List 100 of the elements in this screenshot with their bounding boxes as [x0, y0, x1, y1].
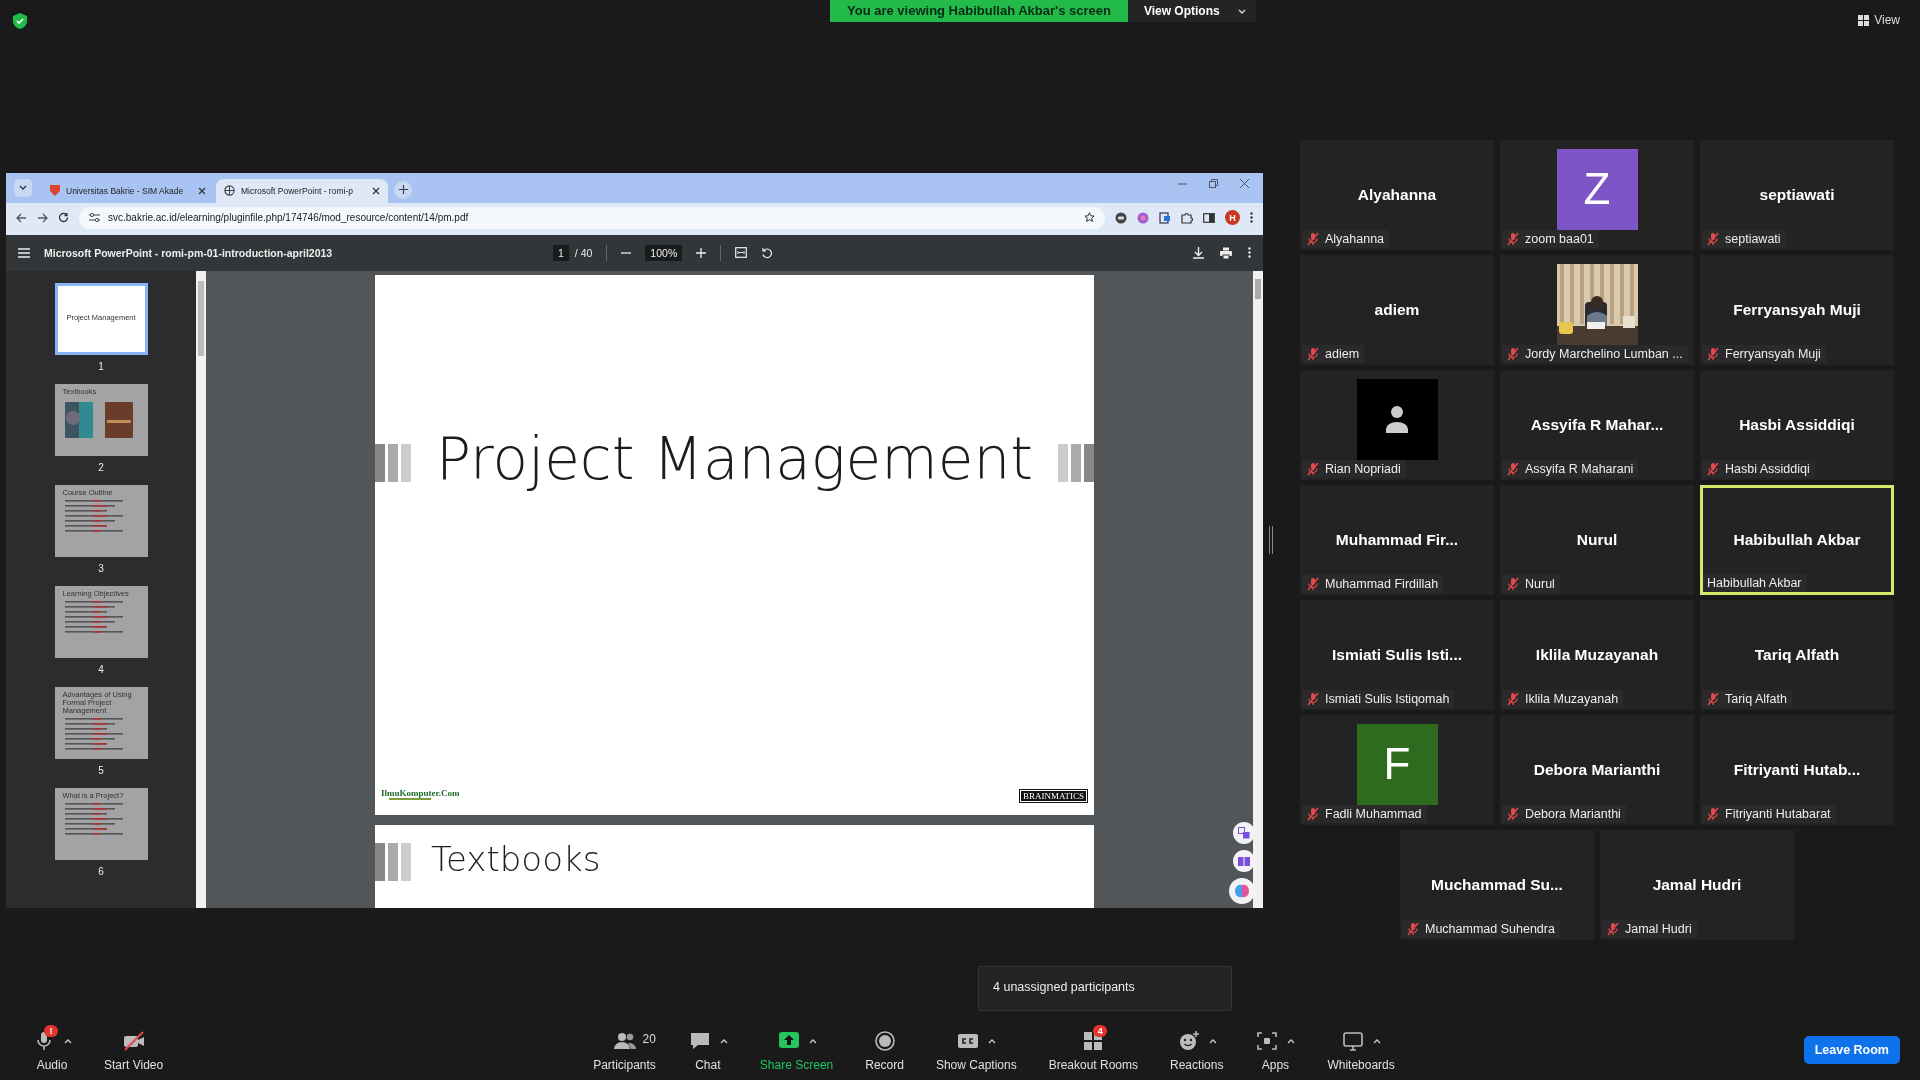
toolbar-button[interactable]: 20 Participants: [593, 1028, 656, 1072]
name-label: adiem: [1302, 345, 1365, 363]
shield-icon[interactable]: [12, 12, 28, 30]
name-label: Muchammad Suhendra: [1402, 920, 1560, 938]
name-label: Assyifa R Maharani: [1502, 460, 1639, 478]
participant-tile[interactable]: Assyifa R Mahar... Assyifa R Maharani: [1500, 370, 1694, 480]
muted-mic-icon: [1706, 232, 1720, 246]
participant-tile[interactable]: Alyahanna Alyahanna: [1300, 140, 1494, 250]
stripe-decoration: [1058, 443, 1094, 482]
caret-icon[interactable]: [1287, 1038, 1296, 1044]
participant-tile[interactable]: Muhammad Fir... Muhammad Firdillah: [1300, 485, 1494, 595]
extension-icon[interactable]: [1115, 211, 1127, 224]
translate-button[interactable]: [1233, 821, 1255, 844]
toolbar-button[interactable]: 4 Breakout Rooms: [1048, 1028, 1139, 1072]
participant-tile[interactable]: Iklila Muzayanah Iklila Muzayanah: [1500, 600, 1694, 710]
muted-mic-icon: [1706, 807, 1720, 821]
apps-icon: [1255, 1029, 1280, 1053]
forward-icon[interactable]: [37, 212, 48, 223]
browser-tab[interactable]: Microsoft PowerPoint - romi-p: [216, 178, 388, 203]
toolbar-button[interactable]: Chat: [687, 1028, 728, 1072]
side-panel-icon[interactable]: [1203, 211, 1215, 224]
assistant-button[interactable]: [1229, 877, 1255, 904]
caret-icon[interactable]: [1208, 1038, 1217, 1044]
extension-icon[interactable]: [1159, 211, 1171, 224]
person-icon: [1385, 405, 1409, 433]
toolbar-button[interactable]: Reactions: [1170, 1028, 1224, 1072]
page-number: 4: [98, 663, 104, 675]
caret-icon[interactable]: [719, 1038, 728, 1044]
puzzle-icon[interactable]: [1181, 211, 1193, 224]
toolbar-button[interactable]: Apps: [1255, 1028, 1296, 1072]
reader-button[interactable]: [1233, 849, 1255, 872]
participant-tile[interactable]: Ismiati Sulis Isti... Ismiati Sulis Istiqomah: [1300, 600, 1494, 710]
participant-tile[interactable]: Debora Marianthi Debora Marianthi: [1500, 715, 1694, 825]
muted-mic-icon: [1706, 347, 1720, 361]
toolbar-button[interactable]: Record: [865, 1028, 904, 1072]
menu-icon[interactable]: [18, 247, 30, 258]
resize-handle[interactable]: [1269, 526, 1273, 554]
muted-mic-icon: [1706, 692, 1720, 706]
participant-name: Alyahanna: [1357, 186, 1437, 204]
extension-icon[interactable]: [1137, 211, 1149, 224]
participant-tile[interactable]: Rian Nopriadi: [1300, 370, 1494, 480]
toolbar-button[interactable]: ! Audio: [32, 1028, 72, 1072]
name-label: Iklila Muzayanah: [1502, 690, 1624, 708]
participant-tile[interactable]: Muchammad Su... Muchammad Suhendra: [1400, 830, 1594, 940]
print-icon[interactable]: [1220, 246, 1232, 259]
close-icon[interactable]: [198, 186, 206, 195]
zoom-field[interactable]: 100%: [645, 244, 683, 261]
reload-icon[interactable]: [58, 212, 69, 223]
toolbar-button[interactable]: Start Video: [104, 1028, 164, 1072]
caret-icon[interactable]: [808, 1038, 817, 1044]
muted-mic-icon: [1306, 347, 1320, 361]
participant-name: Nurul: [1576, 531, 1618, 549]
footer-logo: BRAINMATICS: [1019, 788, 1088, 803]
caret-icon[interactable]: [64, 1038, 72, 1044]
participant-tile[interactable]: Z zoom baa01: [1500, 140, 1694, 250]
more-icon[interactable]: [1248, 246, 1251, 258]
participant-tile[interactable]: septiawati septiawati: [1700, 140, 1894, 250]
zoom-in-icon[interactable]: [696, 247, 707, 258]
participant-tile[interactable]: Habibullah Akbar Habibullah Akbar: [1700, 485, 1894, 595]
name-label: Hasbi Assiddiqi: [1702, 460, 1815, 478]
notification-badge: 4: [1093, 1025, 1108, 1037]
grid-icon: [1858, 14, 1870, 26]
fit-page-icon[interactable]: [735, 247, 748, 258]
leave-room-button[interactable]: Leave Room: [1803, 1036, 1900, 1064]
page-number-field[interactable]: 1: [553, 244, 569, 261]
participant-tile[interactable]: Jordy Marchelino Lumban ...: [1500, 255, 1694, 365]
scrollbar-thumb[interactable]: [1255, 278, 1261, 299]
participant-tile[interactable]: Jamal Hudri Jamal Hudri: [1600, 830, 1794, 940]
toolbar-button[interactable]: Whiteboards: [1327, 1028, 1395, 1072]
browser-tab[interactable]: Universitas Bakrie - SIM Akade: [42, 178, 214, 203]
participant-tile[interactable]: Fitriyanti Hutab... Fitriyanti Hutabarat: [1700, 715, 1894, 825]
participant-tile[interactable]: Tariq Alfath Tariq Alfath: [1700, 600, 1894, 710]
new-tab-button[interactable]: [394, 180, 412, 199]
toolbar-button[interactable]: Share Screen: [759, 1028, 834, 1072]
back-icon[interactable]: [16, 212, 27, 223]
more-icon[interactable]: [1250, 212, 1253, 223]
muted-mic-icon: [1306, 232, 1320, 246]
rotate-icon[interactable]: [761, 246, 774, 259]
caret-icon[interactable]: [1373, 1038, 1382, 1044]
participant-tile[interactable]: Hasbi Assiddiqi Hasbi Assiddiqi: [1700, 370, 1894, 480]
participant-tile[interactable]: F Fadli Muhammad: [1300, 715, 1494, 825]
toolbar-button[interactable]: Show Captions: [935, 1028, 1017, 1072]
avatar: F: [1356, 723, 1438, 805]
participant-name: Muchammad Su...: [1431, 876, 1563, 894]
download-icon[interactable]: [1193, 246, 1204, 259]
muted-mic-icon: [1306, 577, 1320, 591]
sharing-banner: You are viewing Habibullah Akbar's screen: [830, 0, 1128, 22]
caret-icon[interactable]: [988, 1038, 997, 1044]
scrollbar-thumb[interactable]: [198, 280, 204, 356]
profile-avatar[interactable]: H: [1225, 210, 1240, 225]
star-icon[interactable]: [1084, 212, 1095, 223]
participant-tile[interactable]: Nurul Nurul: [1500, 485, 1694, 595]
participant-tile[interactable]: adiem adiem: [1300, 255, 1494, 365]
translate-icon: [1238, 826, 1250, 839]
view-button[interactable]: View: [1852, 12, 1906, 28]
participant-tile[interactable]: Ferryansyah Muji Ferryansyah Muji: [1700, 255, 1894, 365]
address-bar[interactable]: svc.bakrie.ac.id/elearning/pluginfile.php/174746/mod_resource/content/14/pm.pdf: [79, 206, 1105, 229]
close-icon[interactable]: [372, 186, 380, 195]
restore-icon[interactable]: [1209, 179, 1218, 188]
view-options-button[interactable]: View Options: [1127, 0, 1256, 22]
